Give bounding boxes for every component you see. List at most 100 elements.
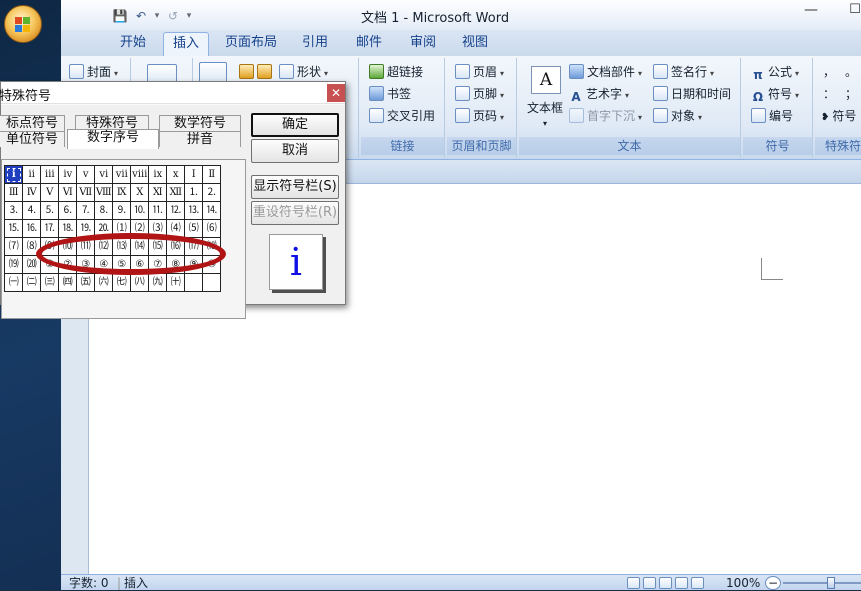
header-button[interactable]: 页眉 ▾ [455,62,504,82]
symbol-cell[interactable]: ⅱ [23,166,41,184]
tab-punctuation[interactable]: 标点符号 [0,115,65,131]
crossref-button[interactable]: 交叉引用 [369,106,435,126]
zoom-slider-track[interactable] [783,582,861,584]
symbol-cell[interactable]: Ⅹ [131,184,149,202]
numbering-button[interactable]: 编号 [751,106,793,126]
symbol-cell[interactable]: ⒙ [59,220,77,238]
hyperlink-button[interactable]: 超链接 [369,62,423,82]
undo-icon[interactable]: ↶ [132,7,150,25]
bookmark-button[interactable]: 书签 [369,84,411,104]
cancel-button[interactable]: 取消 [251,139,339,163]
object-button[interactable]: 对象 ▾ [653,106,702,126]
symbol-cell[interactable]: Ⅳ [23,184,41,202]
symbol-cell[interactable]: ㈠ [5,274,23,292]
equation-button[interactable]: π 公式 ▾ [751,62,799,82]
full-screen-reading-icon[interactable] [643,577,656,589]
show-symbol-bar-button[interactable]: 显示符号栏(S) [251,175,339,199]
symbol-cell[interactable]: ⑸ [185,220,203,238]
word-count[interactable]: 字数: 0 [69,575,109,591]
zoom-slider-thumb[interactable] [827,577,835,589]
clipart-button[interactable] [239,62,275,82]
cover-button[interactable]: 封面 ▾ [69,62,118,82]
dialog-title-bar[interactable]: 特殊符号 ✕ [0,82,345,104]
symbol-cell[interactable]: Ⅵ [59,184,77,202]
symbol-cell[interactable]: ⅶ [113,166,131,184]
tab-unit-symbols[interactable]: 单位符号 [0,131,65,147]
symbol-cell[interactable]: ⅸ [149,166,167,184]
symbol-cell[interactable]: ㈢ [41,274,59,292]
footer-button[interactable]: 页脚 ▾ [455,84,504,104]
signature-line-button[interactable]: 签名行 ▾ [653,62,714,82]
draft-icon[interactable] [691,577,704,589]
symbol-cell[interactable]: Ⅲ [5,184,23,202]
symbol-cell[interactable]: ㈣ [59,274,77,292]
symbol-cell[interactable]: ⒔ [185,202,203,220]
tab-insert[interactable]: 插入 [163,32,209,56]
symbol-cell[interactable] [203,274,221,292]
symbol-cell[interactable]: Ⅴ [41,184,59,202]
tab-view[interactable]: 视图 [453,32,497,56]
symbol-cell[interactable]: ⒉ [203,184,221,202]
symbol-cell[interactable]: ⅵ [95,166,113,184]
datetime-button[interactable]: 日期和时间 [653,84,731,104]
dialog-close-button[interactable]: ✕ [327,84,345,102]
symbol-cell[interactable]: ⅹ [167,166,185,184]
symbol-cell[interactable]: ⒒ [149,202,167,220]
textbox-button[interactable]: A 文本框 ▾ [523,62,563,132]
symbol-cell[interactable]: ⅷ [131,166,149,184]
symbol-cell[interactable]: ⑹ [203,220,221,238]
symbol-cell[interactable]: ⒓ [167,202,185,220]
symbol-cell[interactable]: ㈤ [77,274,95,292]
symbol-cell[interactable]: ⒐ [113,202,131,220]
symbol-cell[interactable]: ⒊ [5,202,23,220]
symbol-cell[interactable]: ⒎ [77,202,95,220]
outline-icon[interactable] [675,577,688,589]
symbol-cell[interactable]: ㈧ [131,274,149,292]
symbol-cell[interactable]: Ⅻ [167,184,185,202]
symbol-cell[interactable]: Ⅱ [203,166,221,184]
redo-icon[interactable]: ↺ [164,7,182,25]
symbol-cell[interactable]: Ⅸ [113,184,131,202]
tab-references[interactable]: 引用 [293,32,337,56]
symbol-cell[interactable]: ⒘ [41,220,59,238]
dropcap-button[interactable]: 首字下沉 ▾ [569,106,642,126]
symbol-cell[interactable]: ㈥ [95,274,113,292]
office-button[interactable] [4,5,42,43]
symbol-cell[interactable] [185,274,203,292]
symbol-cell[interactable]: ⒋ [23,202,41,220]
zoom-out-button[interactable]: − [765,576,781,590]
picture-button[interactable] [199,62,230,84]
quick-parts-button[interactable]: 文档部件 ▾ [569,62,642,82]
symbol-cell[interactable]: Ⅷ [95,184,113,202]
symbol-cell[interactable]: ⅰ [5,166,23,184]
symbol-cell[interactable]: ⒗ [23,220,41,238]
symbol-cell[interactable]: ⒍ [59,202,77,220]
symbol-cell[interactable]: ㈩ [167,274,185,292]
symbol-cell[interactable]: ⒌ [41,202,59,220]
save-icon[interactable]: 💾 [111,7,129,25]
symbol-cell[interactable]: ⒆ [5,256,23,274]
symbol-cell[interactable]: ⒖ [5,220,23,238]
tab-review[interactable]: 审阅 [401,32,445,56]
insert-mode[interactable]: 插入 [124,575,148,591]
minimize-button[interactable]: — [797,2,825,24]
symbol-cell[interactable]: ㈦ [113,274,131,292]
tab-number-sequence[interactable]: 数字序号 [67,129,159,149]
colon-symbol-button[interactable]: ： [823,84,835,104]
undo-dropdown-icon[interactable]: ▾ [153,11,161,21]
customize-qat-icon[interactable]: ▾ [185,11,193,21]
symbol-cell[interactable]: ⅳ [59,166,77,184]
maximize-button[interactable]: ☐ [841,2,861,24]
symbol-cell[interactable]: ⅲ [41,166,59,184]
symbol-cell[interactable]: ⅴ [77,166,95,184]
symbol-cell[interactable]: Ⅶ [77,184,95,202]
page-number-button[interactable]: 页码 ▾ [455,106,504,126]
tab-page-layout[interactable]: 页面布局 [219,32,283,56]
reset-symbol-bar-button[interactable]: 重设符号栏(R) [251,201,339,225]
symbol-cell[interactable]: ⒕ [203,202,221,220]
view-buttons[interactable] [627,575,707,591]
ok-button[interactable]: 确定 [251,113,339,137]
symbol-cell[interactable]: ㈨ [149,274,167,292]
symbol-cell[interactable]: Ⅰ [185,166,203,184]
web-layout-icon[interactable] [659,577,672,589]
